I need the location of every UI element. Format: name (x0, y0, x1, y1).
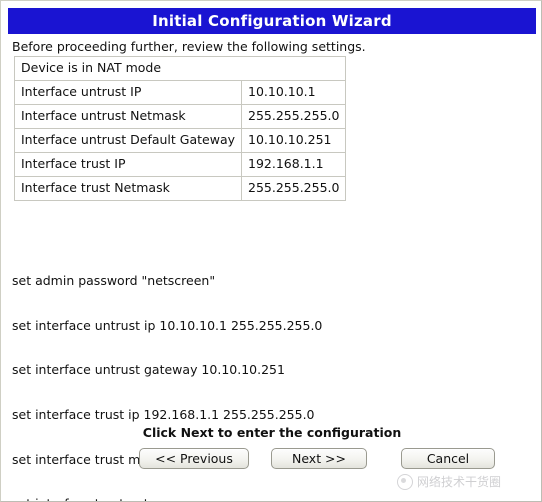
table-row: Interface trust IP 192.168.1.1 (14, 152, 347, 177)
circle-logo-icon (397, 473, 413, 490)
device-mode-cell: Device is in NAT mode (13, 56, 347, 81)
command-line: set interface trust nat (12, 497, 425, 501)
intro-text: Before proceeding further, review the fo… (12, 39, 366, 54)
watermark: 网络技术干货圈 (397, 473, 501, 490)
setting-label: Interface untrust IP (14, 80, 242, 105)
cancel-button[interactable]: Cancel (401, 448, 495, 469)
setting-value: 10.10.10.1 (240, 80, 347, 105)
window-title-bar: Initial Configuration Wizard (8, 8, 536, 34)
command-line: set interface untrust ip 10.10.10.1 255.… (12, 317, 323, 333)
table-row: Interface untrust Netmask 255.255.255.0 (14, 104, 347, 129)
command-line: set interface trust ip 192.168.1.1 255.2… (12, 406, 315, 422)
setting-label: Interface trust Netmask (14, 176, 242, 201)
command-line: set admin password "netscreen" (12, 272, 216, 288)
setting-label: Interface trust IP (14, 152, 242, 177)
settings-table-body: Device is in NAT mode Interface untrust … (13, 56, 347, 201)
setting-label: Interface untrust Netmask (14, 104, 242, 129)
setting-value: 255.255.255.0 (240, 176, 347, 201)
setting-value: 192.168.1.1 (240, 152, 347, 177)
settings-summary-table: Device is in NAT mode Interface untrust … (13, 56, 347, 201)
table-row: Interface trust Netmask 255.255.255.0 (14, 176, 347, 201)
command-line: set interface untrust gateway 10.10.10.2… (12, 362, 285, 378)
setting-value: 255.255.255.0 (240, 104, 347, 129)
table-row-mode: Device is in NAT mode (13, 56, 347, 81)
watermark-text: 网络技术干货圈 (417, 475, 502, 489)
next-button[interactable]: Next >> (271, 448, 367, 469)
next-step-hint: Click Next to enter the configuration (142, 425, 402, 440)
table-row: Interface untrust IP 10.10.10.1 (14, 80, 347, 105)
setting-label: Interface untrust Default Gateway (14, 128, 242, 153)
wizard-window: Initial Configuration Wizard Before proc… (0, 0, 542, 502)
setting-value: 10.10.10.251 (240, 128, 347, 153)
page-title: Initial Configuration Wizard (152, 12, 392, 30)
previous-button[interactable]: << Previous (139, 448, 249, 469)
table-row: Interface untrust Default Gateway 10.10.… (14, 128, 347, 153)
